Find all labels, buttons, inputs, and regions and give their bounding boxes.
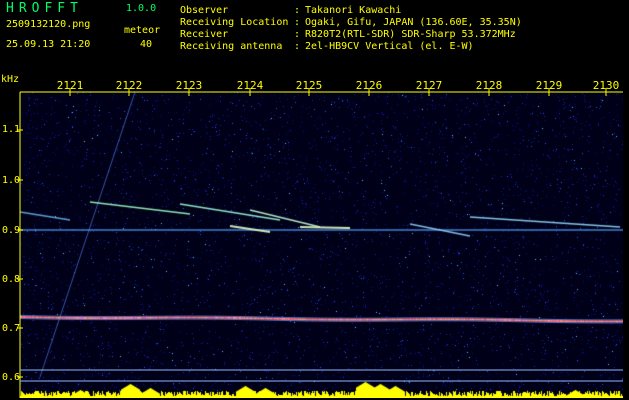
y-tick-label: 0.9 <box>2 225 21 236</box>
info-sep: : <box>294 5 301 16</box>
x-tick-label: 2125 <box>295 79 323 92</box>
header-panel: HROFFT 1.0.0 2509132120.png 25.09.13 21:… <box>0 0 629 75</box>
info-key-observer: Observer <box>180 5 229 16</box>
info-sep: : <box>294 29 301 40</box>
y-tick-label: 0.6 <box>2 372 21 383</box>
info-value-observer: Takanori Kawachi <box>305 5 402 16</box>
x-tick-label: 2121 <box>56 79 84 92</box>
meteor-count: 40 <box>140 39 153 50</box>
x-tick-label: 2122 <box>115 79 143 92</box>
x-tick-label: 2129 <box>535 79 563 92</box>
meteor-label: meteor <box>124 25 161 36</box>
info-value-location: Ogaki, Gifu, JAPAN (136.60E, 35.35N) <box>305 17 522 28</box>
x-tick-label: 2124 <box>236 79 264 92</box>
info-key-antenna: Receiving antenna <box>180 41 283 52</box>
x-tick-label: 2126 <box>355 79 383 92</box>
y-tick-label: 1.0 <box>2 175 21 186</box>
x-tick-label: 2123 <box>175 79 203 92</box>
file-name: 2509132120.png <box>6 19 91 30</box>
app-version: 1.0.0 <box>126 3 157 14</box>
x-tick-label: 2128 <box>475 79 503 92</box>
x-tick-label: 2127 <box>415 79 443 92</box>
info-key-location: Receiving Location <box>180 17 289 28</box>
info-value-receiver: R820T2(RTL-SDR) SDR-Sharp 53.372MHz <box>305 29 516 40</box>
y-tick-label: 0.8 <box>2 274 21 285</box>
spectrogram-canvas <box>20 92 623 398</box>
y-tick-label: 0.7 <box>2 323 21 334</box>
info-value-antenna: 2el-HB9CV Vertical (el. E-W) <box>305 41 474 52</box>
app-name: HROFFT <box>6 1 83 16</box>
info-key-receiver: Receiver <box>180 29 229 40</box>
y-axis-unit: kHz <box>1 74 20 85</box>
x-tick-label: 2130 <box>592 79 620 92</box>
file-datetime: 25.09.13 21:20 <box>6 39 91 50</box>
y-tick-label: 1.1 <box>2 124 21 135</box>
info-sep: : <box>294 41 301 52</box>
info-sep: : <box>294 17 301 28</box>
